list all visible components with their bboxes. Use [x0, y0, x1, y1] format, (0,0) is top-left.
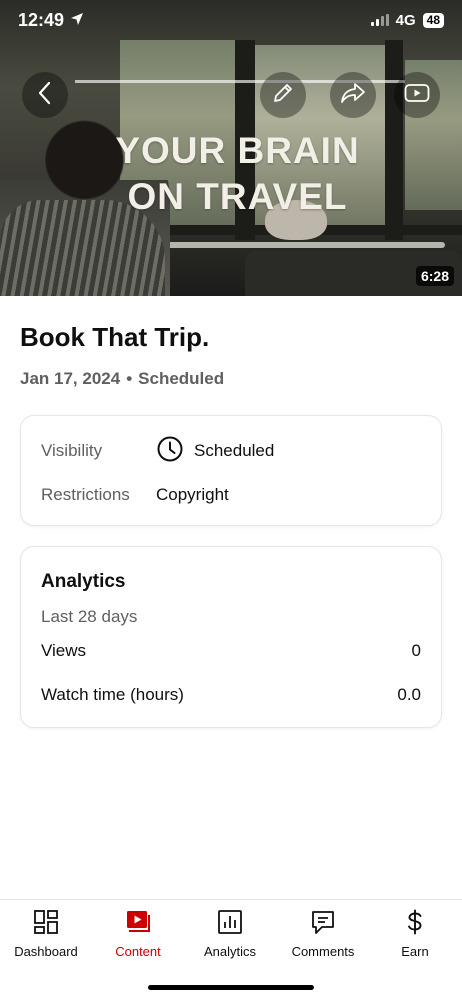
- thumbnail-title-text: YOUR BRAIN ON TRAVEL: [115, 130, 360, 217]
- visibility-card[interactable]: Visibility Scheduled Restrictions Copyri…: [20, 415, 442, 526]
- status-time: 12:49: [18, 9, 65, 30]
- nav-analytics[interactable]: Analytics: [184, 908, 276, 959]
- video-status: Scheduled: [138, 369, 225, 388]
- chevron-left-icon: [36, 81, 54, 110]
- analytics-icon: [216, 908, 244, 936]
- nav-comments[interactable]: Comments: [277, 908, 369, 959]
- views-label: Views: [41, 641, 87, 660]
- status-bar: 12:49 4G 48: [0, 0, 462, 40]
- nav-label: Earn: [401, 944, 429, 959]
- analytics-row: Watch time (hours) 0.0: [41, 685, 421, 705]
- video-meta: Jan 17, 2024 • Scheduled: [20, 369, 224, 389]
- earn-icon: [401, 908, 429, 936]
- signal-icon: [370, 14, 389, 26]
- status-left: 12:49: [18, 10, 84, 31]
- views-value: 0: [411, 641, 421, 660]
- meta-separator: •: [126, 369, 133, 388]
- nav-dashboard[interactable]: Dashboard: [0, 908, 92, 959]
- location-arrow-icon: [70, 10, 84, 31]
- restrictions-value: Copyright: [156, 485, 229, 504]
- share-button[interactable]: [330, 72, 376, 118]
- home-indicator[interactable]: [148, 985, 314, 990]
- visibility-value: Scheduled: [156, 435, 274, 468]
- network-type: 4G: [395, 11, 416, 29]
- nav-label: Analytics: [203, 944, 257, 959]
- nav-label: Content: [115, 944, 161, 959]
- watch-time-value: 0.0: [397, 685, 421, 704]
- content-icon: [124, 908, 152, 936]
- watch-time-label: Watch time (hours): [41, 685, 184, 704]
- nav-content[interactable]: Content: [92, 908, 184, 959]
- nav-label: Comments: [291, 944, 355, 959]
- dashboard-icon: [32, 908, 60, 936]
- pencil-icon: [271, 81, 295, 110]
- visibility-value-text: Scheduled: [194, 441, 275, 460]
- visibility-label: Visibility: [41, 441, 103, 460]
- video-details-page: YOUR BRAIN ON TRAVEL 12:49 4G 48 6:28 Bo…: [0, 0, 462, 1000]
- restrictions-row[interactable]: Restrictions Copyright: [41, 483, 421, 507]
- battery-indicator: 48: [422, 12, 444, 28]
- thumbnail-image-detail: [135, 242, 445, 248]
- analytics-title: Analytics: [41, 571, 126, 592]
- open-in-youtube-button[interactable]: [394, 72, 440, 118]
- restrictions-label: Restrictions: [41, 485, 130, 504]
- comments-icon: [309, 908, 337, 936]
- video-duration-badge: 6:28: [415, 266, 454, 286]
- edit-button[interactable]: [260, 72, 306, 118]
- video-title: Book That Trip.: [20, 322, 210, 352]
- analytics-row: Views 0: [41, 641, 421, 661]
- video-date: Jan 17, 2024: [20, 369, 121, 388]
- analytics-card[interactable]: Analytics Last 28 days Views 0 Watch tim…: [20, 546, 442, 728]
- thumbnail-image-detail: [385, 40, 403, 240]
- nav-label: Dashboard: [14, 944, 78, 959]
- youtube-icon: [404, 83, 430, 108]
- analytics-period: Last 28 days: [41, 607, 138, 626]
- back-button[interactable]: [22, 72, 68, 118]
- video-thumbnail[interactable]: YOUR BRAIN ON TRAVEL 12:49 4G 48 6:28: [0, 0, 462, 296]
- visibility-row[interactable]: Visibility Scheduled: [41, 436, 421, 466]
- share-arrow-icon: [340, 82, 366, 109]
- nav-earn[interactable]: Earn: [369, 908, 461, 959]
- status-right: 4G 48: [370, 11, 444, 29]
- clock-icon: [156, 435, 184, 468]
